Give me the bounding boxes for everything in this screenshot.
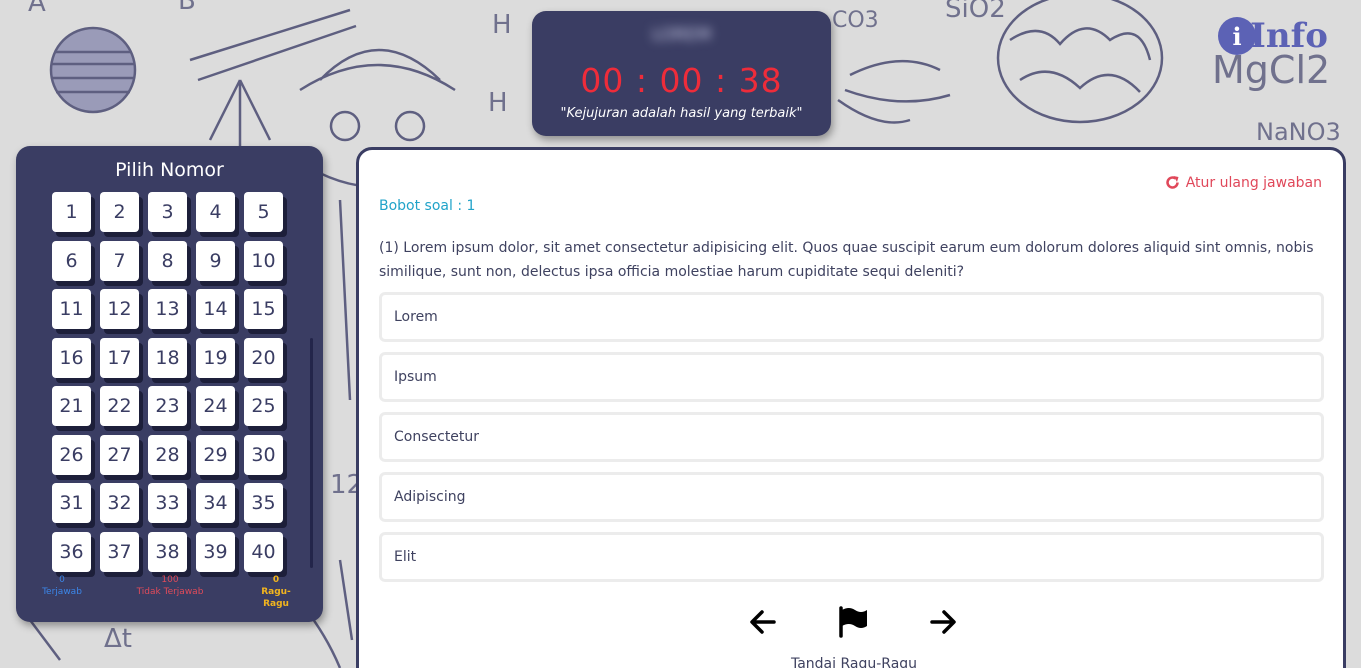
question-card: Atur ulang jawaban Bobot soal : 1 (1) Lo… (356, 147, 1346, 668)
question-number-button[interactable]: 4 (196, 192, 235, 232)
timer-box: LOREM 00 : 00 : 38 "Kejujuran adalah has… (532, 11, 831, 136)
bg-formula-a: A (28, 0, 46, 18)
answer-option[interactable]: Ipsum (379, 352, 1324, 402)
question-number-button[interactable]: 29 (196, 434, 235, 475)
panel-title: Pilih Nomor (115, 159, 224, 181)
question-number-button[interactable]: 6 (52, 240, 91, 281)
option-label: Adipiscing (394, 489, 466, 505)
question-number-button[interactable]: 25 (244, 386, 283, 426)
flag-doubt-label: Tandai Ragu-Ragu (790, 656, 918, 668)
question-number-button[interactable]: 7 (100, 240, 139, 281)
question-navigation (745, 604, 965, 644)
question-number-button[interactable]: 32 (100, 483, 139, 523)
status-legend: 0 Terjawab 100 Tidak Terjawab 0 Ragu-Rag… (16, 574, 323, 609)
doubt-label: Ragu-Ragu (261, 587, 291, 609)
question-number-button[interactable]: 23 (148, 386, 187, 426)
question-number-button[interactable]: 28 (148, 434, 187, 475)
previous-question-button[interactable] (745, 604, 781, 640)
question-number-button[interactable]: 30 (244, 434, 283, 475)
question-number-button[interactable]: 18 (148, 337, 187, 378)
question-number-button[interactable]: 9 (196, 240, 235, 281)
reset-answer-label: Atur ulang jawaban (1185, 174, 1322, 191)
option-label: Ipsum (394, 369, 437, 385)
unanswered-label: Tidak Terjawab (136, 587, 204, 597)
option-label: Elit (394, 549, 417, 565)
countdown-clock: 00 : 00 : 38 (580, 61, 783, 100)
question-number-button[interactable]: 31 (52, 483, 91, 523)
question-number-button[interactable]: 38 (148, 531, 187, 572)
next-question-button[interactable] (925, 604, 961, 640)
question-number-panel: Pilih Nomor 1 2 3 4 5 6 7 8 9 10 11 12 13 14 15 16 17 18 1… (16, 146, 323, 622)
doubt-count: 0 (272, 575, 280, 585)
question-number-button[interactable]: 34 (196, 483, 235, 523)
question-number-button[interactable]: 14 (196, 289, 235, 329)
question-number-button[interactable]: 8 (148, 240, 187, 281)
answered-label: Terjawab (42, 587, 82, 597)
question-number-button[interactable]: 17 (100, 337, 139, 378)
question-weight: Bobot soal : 1 (379, 198, 476, 214)
question-number-button[interactable]: 22 (100, 386, 139, 426)
redo-icon (1165, 176, 1179, 189)
legend-doubt: 0 Ragu-Ragu (250, 574, 302, 610)
answer-option[interactable]: Elit (379, 532, 1324, 582)
question-number-button[interactable]: 3 (148, 192, 187, 232)
option-label: Consectetur (394, 429, 480, 445)
question-number-button[interactable]: 12 (100, 289, 139, 329)
question-number-button[interactable]: 40 (244, 531, 283, 572)
question-number-button[interactable]: 24 (196, 386, 235, 426)
legend-answered: 0 Terjawab (42, 574, 82, 598)
question-number-button[interactable]: 37 (100, 531, 139, 572)
question-number-button[interactable]: 20 (244, 337, 283, 378)
bg-formula-h1: H (492, 10, 512, 40)
flag-doubt-button[interactable] (835, 604, 871, 640)
answer-option[interactable]: Consectetur (379, 412, 1324, 462)
legend-unanswered: 100 Tidak Terjawab (134, 574, 206, 598)
bg-formula-b: B (178, 0, 196, 16)
question-number-button[interactable]: 26 (52, 434, 91, 475)
panel-scrollbar[interactable] (310, 338, 313, 568)
question-number-button[interactable]: 27 (100, 434, 139, 475)
question-number-button[interactable]: 19 (196, 337, 235, 378)
info-button[interactable]: i Info (1218, 16, 1328, 56)
question-text: (1) Lorem ipsum dolor, sit amet consecte… (379, 240, 1314, 280)
bg-formula-sio2: SiO2 (945, 0, 1006, 24)
question-number-button[interactable]: 15 (244, 289, 283, 329)
question-number-button[interactable]: 2 (100, 192, 139, 232)
question-number-button[interactable]: 10 (244, 240, 283, 281)
answer-options: Lorem Ipsum Consectetur Adipiscing Elit (379, 292, 1324, 592)
question-number-button[interactable]: 33 (148, 483, 187, 523)
reset-answer-button[interactable]: Atur ulang jawaban (1164, 174, 1322, 191)
answer-option[interactable]: Lorem (379, 292, 1324, 342)
number-grid: 1 2 3 4 5 6 7 8 9 10 11 12 13 14 15 16 17 18 19 20 21 22 23 24 2… (52, 192, 292, 572)
question-number-button[interactable]: 5 (244, 192, 283, 232)
option-label: Lorem (394, 309, 438, 325)
participant-name: LOREM (651, 25, 712, 45)
motto-quote: "Kejujuran adalah hasil yang terbaik" (560, 106, 803, 121)
question-number-button[interactable]: 36 (52, 531, 91, 572)
answer-option[interactable]: Adipiscing (379, 472, 1324, 522)
bg-formula-delta-t: Δt (104, 624, 132, 654)
bg-formula-nano3: NaNO3 (1256, 118, 1341, 146)
question-number-button[interactable]: 11 (52, 289, 91, 329)
bg-formula-h2: H (488, 88, 508, 118)
info-label: Info (1250, 16, 1328, 56)
question-number-button[interactable]: 21 (52, 386, 91, 426)
question-number-button[interactable]: 1 (52, 192, 91, 232)
arrow-left-icon (750, 610, 776, 634)
question-number-button[interactable]: 16 (52, 337, 91, 378)
question-number-button[interactable]: 13 (148, 289, 187, 329)
answered-count: 0 (59, 575, 65, 585)
question-number-button[interactable]: 39 (196, 531, 235, 572)
bg-formula-co3: CO3 (832, 8, 879, 33)
unanswered-count: 100 (161, 575, 179, 585)
arrow-right-icon (930, 610, 956, 634)
flag-icon (839, 606, 867, 638)
question-number-button[interactable]: 35 (244, 483, 283, 523)
